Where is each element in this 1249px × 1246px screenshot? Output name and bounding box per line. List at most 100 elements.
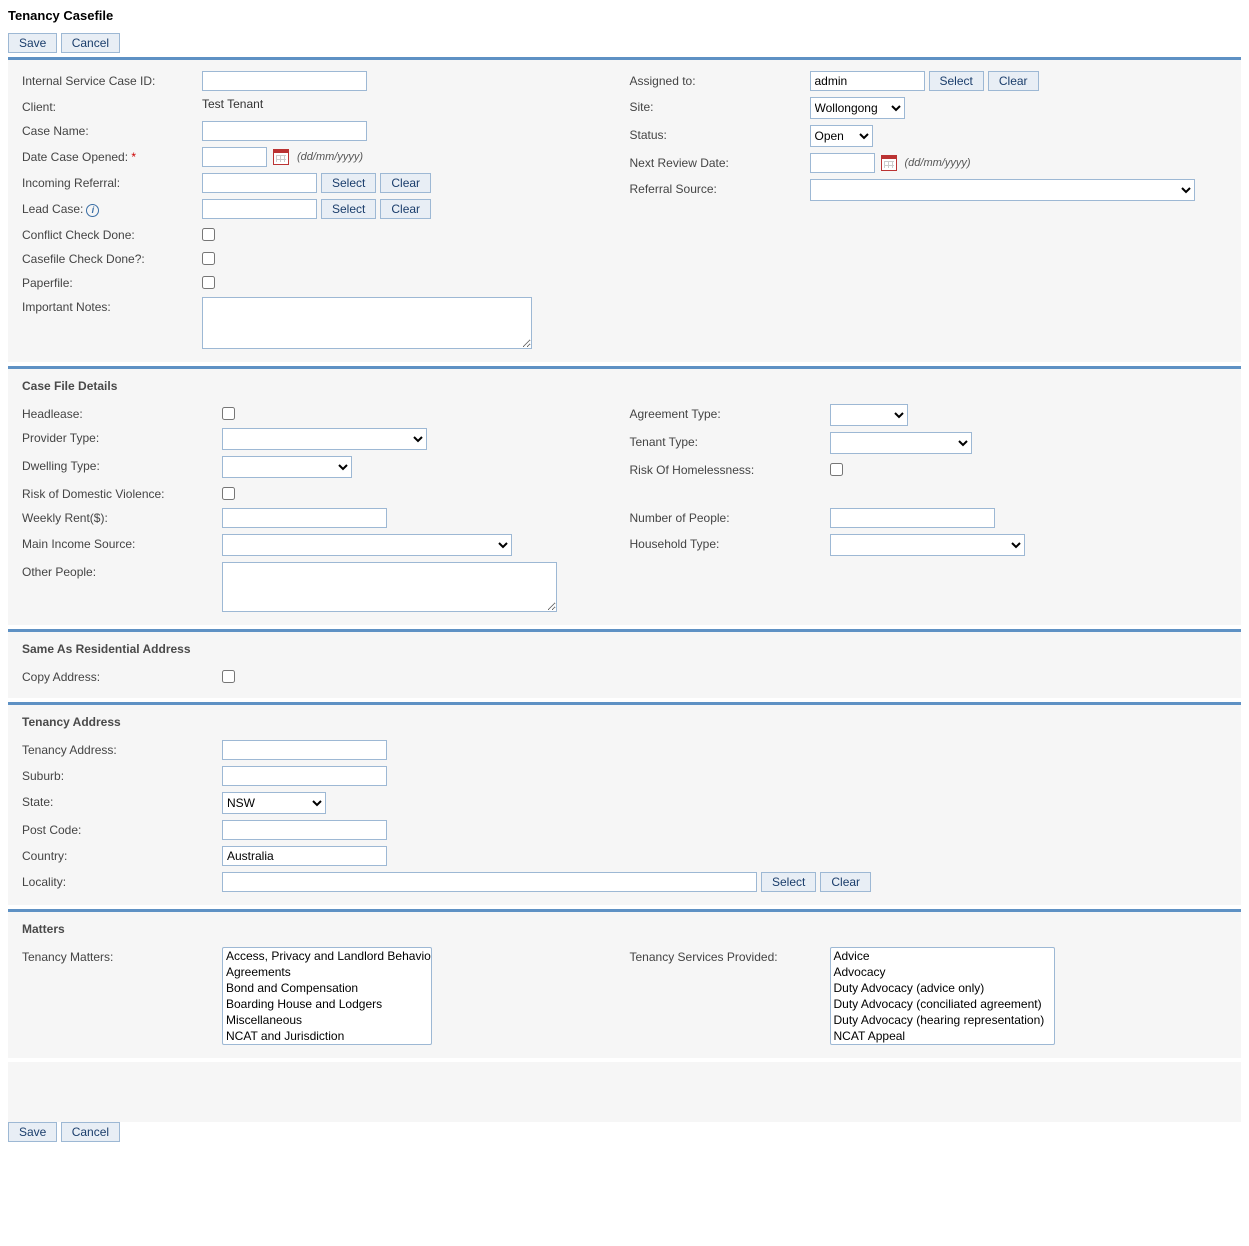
page-title: Tenancy Casefile <box>8 8 1241 23</box>
country-input[interactable] <box>222 846 387 866</box>
section-title-same-addr: Same As Residential Address <box>22 642 1227 656</box>
headlease-checkbox[interactable] <box>222 407 235 420</box>
section-case-file-details: Case File Details Headlease: Provider Ty… <box>8 369 1241 625</box>
client-value: Test Tenant <box>202 97 263 111</box>
label-num-people: Number of People: <box>630 508 830 525</box>
save-button[interactable]: Save <box>8 33 57 53</box>
tenant-type-select[interactable] <box>830 432 972 454</box>
label-incoming-referral: Incoming Referral: <box>22 173 202 190</box>
section-title-details: Case File Details <box>22 379 1227 393</box>
assigned-to-input[interactable] <box>810 71 925 91</box>
number-of-people-input[interactable] <box>830 508 995 528</box>
info-icon[interactable]: i <box>86 204 99 217</box>
label-locality: Locality: <box>22 872 222 889</box>
label-state: State: <box>22 792 222 809</box>
incoming-referral-input[interactable] <box>202 173 317 193</box>
casefile-check-checkbox[interactable] <box>202 252 215 265</box>
state-select[interactable]: NSW <box>222 792 326 814</box>
label-important-notes: Important Notes: <box>22 297 202 314</box>
incoming-referral-select-button[interactable]: Select <box>321 173 376 193</box>
dwelling-type-select[interactable] <box>222 456 352 478</box>
save-button[interactable]: Save <box>8 1122 57 1142</box>
top-button-bar: Save Cancel <box>8 33 1241 53</box>
section-matters: Matters Tenancy Matters: Access, Privacy… <box>8 912 1241 1058</box>
label-risk-dv: Risk of Domestic Violence: <box>22 484 222 501</box>
label-postcode: Post Code: <box>22 820 222 837</box>
weekly-rent-input[interactable] <box>222 508 387 528</box>
lead-case-input[interactable] <box>202 199 317 219</box>
label-lead-case: Lead Case:i <box>22 199 202 217</box>
postcode-input[interactable] <box>222 820 387 840</box>
label-headlease: Headlease: <box>22 404 222 421</box>
label-copy-address: Copy Address: <box>22 667 222 684</box>
label-case-name: Case Name: <box>22 121 202 138</box>
risk-homeless-checkbox[interactable] <box>830 463 843 476</box>
site-select[interactable]: Wollongong <box>810 97 905 119</box>
referral-source-select[interactable] <box>810 179 1195 201</box>
paperfile-checkbox[interactable] <box>202 276 215 289</box>
label-risk-homeless: Risk Of Homelessness: <box>630 460 830 477</box>
date-case-opened-input[interactable] <box>202 147 267 167</box>
label-weekly-rent: Weekly Rent($): <box>22 508 222 525</box>
bottom-button-bar: Save Cancel <box>8 1122 1241 1142</box>
label-referral-source: Referral Source: <box>630 179 810 196</box>
lead-case-select-button[interactable]: Select <box>321 199 376 219</box>
provider-type-select[interactable] <box>222 428 427 450</box>
label-casefile-check: Casefile Check Done?: <box>22 249 202 266</box>
section-tenancy-address: Tenancy Address Tenancy Address: Suburb:… <box>8 705 1241 905</box>
suburb-input[interactable] <box>222 766 387 786</box>
tenancy-matters-list[interactable]: Access, Privacy and Landlord BehaviourAg… <box>222 947 432 1045</box>
locality-clear-button[interactable]: Clear <box>820 872 871 892</box>
label-agreement-type: Agreement Type: <box>630 404 830 421</box>
label-internal-id: Internal Service Case ID: <box>22 71 202 88</box>
conflict-check-checkbox[interactable] <box>202 228 215 241</box>
internal-service-case-id-input[interactable] <box>202 71 367 91</box>
label-dwelling-type: Dwelling Type: <box>22 456 222 473</box>
section-title-matters: Matters <box>22 922 1227 936</box>
cancel-button[interactable]: Cancel <box>61 33 120 53</box>
copy-address-checkbox[interactable] <box>222 670 235 683</box>
label-conflict-check: Conflict Check Done: <box>22 225 202 242</box>
section-title-address: Tenancy Address <box>22 715 1227 729</box>
tenancy-services-provided-list[interactable]: AdviceAdvocacyDuty Advocacy (advice only… <box>830 947 1055 1045</box>
agreement-type-select[interactable] <box>830 404 908 426</box>
label-site: Site: <box>630 97 810 114</box>
status-select[interactable]: Open <box>810 125 873 147</box>
tenancy-address-input[interactable] <box>222 740 387 760</box>
section-same-address: Same As Residential Address Copy Address… <box>8 632 1241 698</box>
label-paperfile: Paperfile: <box>22 273 202 290</box>
important-notes-textarea[interactable] <box>202 297 532 349</box>
section-main: Internal Service Case ID: Client: Test T… <box>8 60 1241 362</box>
assigned-to-clear-button[interactable]: Clear <box>988 71 1039 91</box>
incoming-referral-clear-button[interactable]: Clear <box>380 173 431 193</box>
lead-case-clear-button[interactable]: Clear <box>380 199 431 219</box>
calendar-icon[interactable] <box>273 149 289 165</box>
assigned-to-select-button[interactable]: Select <box>929 71 984 91</box>
label-provider-type: Provider Type: <box>22 428 222 445</box>
label-suburb: Suburb: <box>22 766 222 783</box>
label-date-opened: Date Case Opened: * <box>22 147 202 164</box>
locality-input[interactable] <box>222 872 757 892</box>
next-review-date-input[interactable] <box>810 153 875 173</box>
label-tenancy-matters: Tenancy Matters: <box>22 947 222 964</box>
label-status: Status: <box>630 125 810 142</box>
main-income-select[interactable] <box>222 534 512 556</box>
calendar-icon[interactable] <box>881 155 897 171</box>
label-main-income: Main Income Source: <box>22 534 222 551</box>
date-format-hint: (dd/mm/yyyy) <box>905 157 971 169</box>
cancel-button[interactable]: Cancel <box>61 1122 120 1142</box>
household-type-select[interactable] <box>830 534 1025 556</box>
label-services-provided: Tenancy Services Provided: <box>630 947 830 964</box>
label-assigned-to: Assigned to: <box>630 71 810 88</box>
label-tenancy-address: Tenancy Address: <box>22 740 222 757</box>
label-other-people: Other People: <box>22 562 222 579</box>
risk-dv-checkbox[interactable] <box>222 487 235 500</box>
case-name-input[interactable] <box>202 121 367 141</box>
label-tenant-type: Tenant Type: <box>630 432 830 449</box>
locality-select-button[interactable]: Select <box>761 872 816 892</box>
label-country: Country: <box>22 846 222 863</box>
other-people-textarea[interactable] <box>222 562 557 612</box>
date-format-hint: (dd/mm/yyyy) <box>297 151 363 163</box>
label-next-review: Next Review Date: <box>630 153 810 170</box>
label-household-type: Household Type: <box>630 534 830 551</box>
